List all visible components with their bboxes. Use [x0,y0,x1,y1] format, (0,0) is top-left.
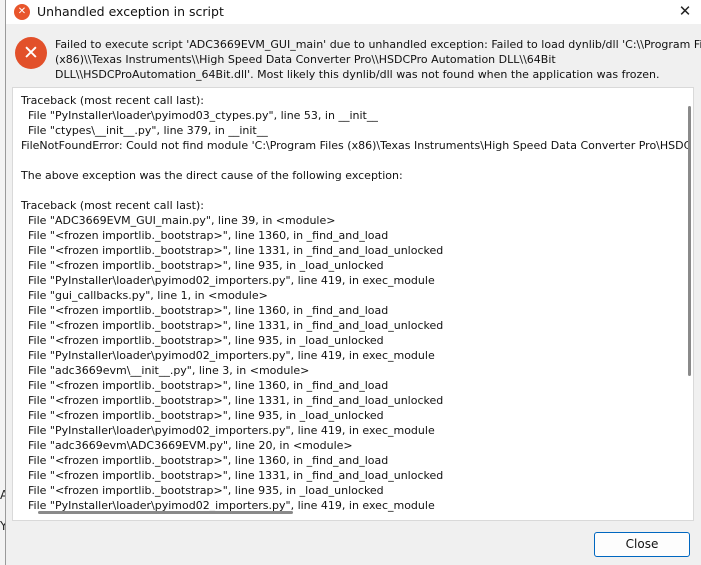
traceback-line: File "adc3669evm\ADC3669EVM.py", line 20… [21,439,353,452]
dialog-title: Unhandled exception in script [37,4,224,19]
traceback-line: File "<frozen importlib._bootstrap>", li… [21,244,444,257]
traceback-line: File "PyInstaller\loader\pyimod02_import… [21,349,435,362]
traceback-line: File "<frozen importlib._bootstrap>", li… [21,229,389,242]
traceback-line: File "PyInstaller\loader\pyimod03_ctypes… [21,109,378,122]
traceback-text: Traceback (most recent call last): File … [21,93,691,513]
traceback-line: File "ctypes\__init__.py", line 379, in … [21,124,268,137]
traceback-line: File "PyInstaller\loader\pyimod02_import… [21,424,435,437]
traceback-line: File "PyInstaller\loader\pyimod02_import… [21,274,435,287]
title-bar[interactable]: ✕ Unhandled exception in script ✕ [6,0,701,24]
traceback-line: File "adc3669evm\__init__.py", line 3, i… [21,364,310,377]
traceback-line: File "<frozen importlib._bootstrap>", li… [21,454,389,467]
traceback-textbox[interactable]: Traceback (most recent call last): File … [12,87,694,521]
traceback-line: File "<frozen importlib._bootstrap>", li… [21,484,384,497]
traceback-line: File "<frozen importlib._bootstrap>", li… [21,334,384,347]
traceback-line: File "ADC3669EVM_GUI_main.py", line 39, … [21,214,336,227]
close-button[interactable]: Close [594,532,690,557]
traceback-line: File "<frozen importlib._bootstrap>", li… [21,259,384,272]
vertical-scrollbar[interactable] [688,106,691,376]
exception-dialog: ✕ Unhandled exception in script ✕ ✕ Fail… [5,0,701,565]
message-line: Failed to execute script 'ADC3669EVM_GUI… [55,38,701,51]
error-icon: ✕ [14,4,30,20]
message-line: DLL\\HSDCProAutomation_64Bit.dll'. Most … [55,68,660,81]
traceback-line: File "<frozen importlib._bootstrap>", li… [21,394,444,407]
traceback-line: File "<frozen importlib._bootstrap>", li… [21,319,444,332]
traceback-line: The above exception was the direct cause… [21,169,403,182]
traceback-line: File "<frozen importlib._bootstrap>", li… [21,469,444,482]
message-line: (x86)\\Texas Instruments\\High Speed Dat… [55,53,556,66]
traceback-line: Traceback (most recent call last): [21,199,204,212]
error-message: Failed to execute script 'ADC3669EVM_GUI… [55,37,701,82]
traceback-line [21,183,691,198]
error-icon: ✕ [15,37,47,69]
traceback-line: Traceback (most recent call last): [21,94,204,107]
close-icon[interactable]: ✕ [675,1,695,21]
traceback-line [21,153,691,168]
traceback-line: File "<frozen importlib._bootstrap>", li… [21,409,384,422]
traceback-line: File "<frozen importlib._bootstrap>", li… [21,379,389,392]
horizontal-scrollbar[interactable] [38,511,293,514]
traceback-line: File "<frozen importlib._bootstrap>", li… [21,304,389,317]
traceback-line: File "gui_callbacks.py", line 1, in <mod… [21,289,268,302]
traceback-line: FileNotFoundError: Could not find module… [21,139,692,152]
